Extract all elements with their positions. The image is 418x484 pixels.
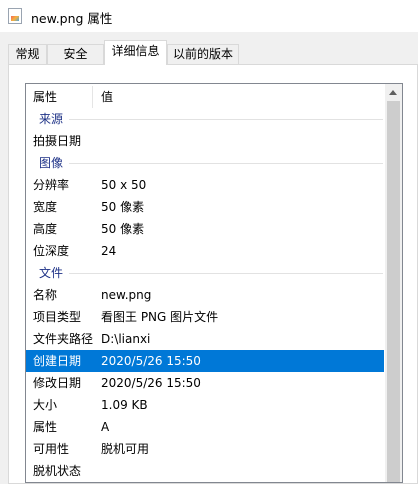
- property-name: 位深度: [33, 244, 70, 258]
- property-name: 项目类型: [33, 310, 82, 324]
- group-header-image: 图像: [26, 152, 384, 174]
- scroll-up-arrow-icon[interactable]: [385, 84, 402, 101]
- tab-general[interactable]: 常规: [8, 44, 47, 64]
- group-header-origin: 来源: [26, 108, 384, 130]
- group-header-file: 文件: [26, 262, 384, 284]
- property-list[interactable]: 属性 值 来源 拍摄日期 图像 分辨率 50 x 50 宽度 50 像素 高度 …: [25, 83, 403, 483]
- list-item-date-created[interactable]: 创建日期 2020/5/26 15:50: [26, 350, 384, 372]
- title-bar: new.png 属性: [0, 0, 418, 32]
- details-panel: 属性 值 来源 拍摄日期 图像 分辨率 50 x 50 宽度 50 像素 高度 …: [8, 64, 418, 484]
- property-value: 50 像素: [101, 200, 145, 214]
- property-name: 名称: [33, 288, 58, 302]
- png-file-icon: [8, 8, 22, 24]
- property-value: 50 x 50: [101, 178, 147, 192]
- property-name: 拍摄日期: [33, 134, 82, 148]
- property-name: 宽度: [33, 200, 58, 214]
- property-name: 高度: [33, 222, 58, 236]
- property-name: 脱机状态: [33, 464, 82, 478]
- property-value: 1.09 KB: [101, 398, 148, 412]
- property-name: 修改日期: [33, 376, 82, 390]
- list-item-size[interactable]: 大小 1.09 KB: [26, 394, 384, 416]
- column-header-property[interactable]: 属性: [33, 86, 57, 108]
- property-value: 50 像素: [101, 222, 145, 236]
- tab-previous-versions[interactable]: 以前的版本: [167, 44, 239, 64]
- list-item-attributes[interactable]: 属性 A: [26, 416, 384, 438]
- list-item-offline-status[interactable]: 脱机状态: [26, 460, 384, 482]
- column-header-value[interactable]: 值: [101, 86, 113, 108]
- group-title: 文件: [39, 266, 64, 280]
- property-value: D:\lianxi: [101, 332, 151, 346]
- tab-security[interactable]: 安全: [47, 44, 104, 64]
- property-value: 2020/5/26 15:50: [101, 376, 201, 390]
- group-title: 来源: [39, 112, 64, 126]
- property-value: 脱机可用: [101, 442, 150, 456]
- property-value: new.png: [101, 288, 152, 302]
- group-divider: [69, 273, 383, 274]
- window-title: new.png 属性: [31, 11, 113, 26]
- list-item-availability[interactable]: 可用性 脱机可用: [26, 438, 384, 460]
- scrollbar-thumb[interactable]: [387, 101, 400, 482]
- list-item-item-type[interactable]: 项目类型 看图王 PNG 图片文件: [26, 306, 384, 328]
- property-value: 看图王 PNG 图片文件: [101, 310, 219, 324]
- property-name: 大小: [33, 398, 58, 412]
- property-value: 2020/5/26 15:50: [101, 354, 201, 368]
- property-name: 分辨率: [33, 178, 70, 192]
- list-item-folder-path[interactable]: 文件夹路径 D:\lianxi: [26, 328, 384, 350]
- group-divider: [69, 163, 383, 164]
- column-divider[interactable]: [92, 86, 93, 108]
- list-item-height[interactable]: 高度 50 像素: [26, 218, 384, 240]
- list-item-dimensions[interactable]: 分辨率 50 x 50: [26, 174, 384, 196]
- group-divider: [69, 119, 383, 120]
- tab-strip: 常规 安全 详细信息 以前的版本: [0, 38, 418, 65]
- property-name: 文件夹路径: [33, 332, 94, 346]
- property-name: 创建日期: [33, 354, 82, 368]
- property-name: 可用性: [33, 442, 70, 456]
- list-item-width[interactable]: 宽度 50 像素: [26, 196, 384, 218]
- tab-details[interactable]: 详细信息: [104, 40, 167, 65]
- list-item-date-modified[interactable]: 修改日期 2020/5/26 15:50: [26, 372, 384, 394]
- property-value: A: [101, 420, 110, 434]
- property-name: 属性: [33, 420, 58, 434]
- vertical-scrollbar[interactable]: [385, 84, 402, 482]
- list-item-name[interactable]: 名称 new.png: [26, 284, 384, 306]
- group-title: 图像: [39, 156, 64, 170]
- list-item-bit-depth[interactable]: 位深度 24: [26, 240, 384, 262]
- list-item-date-taken[interactable]: 拍摄日期: [26, 130, 384, 152]
- column-header-row: 属性 值: [26, 86, 384, 108]
- property-value: 24: [101, 244, 117, 258]
